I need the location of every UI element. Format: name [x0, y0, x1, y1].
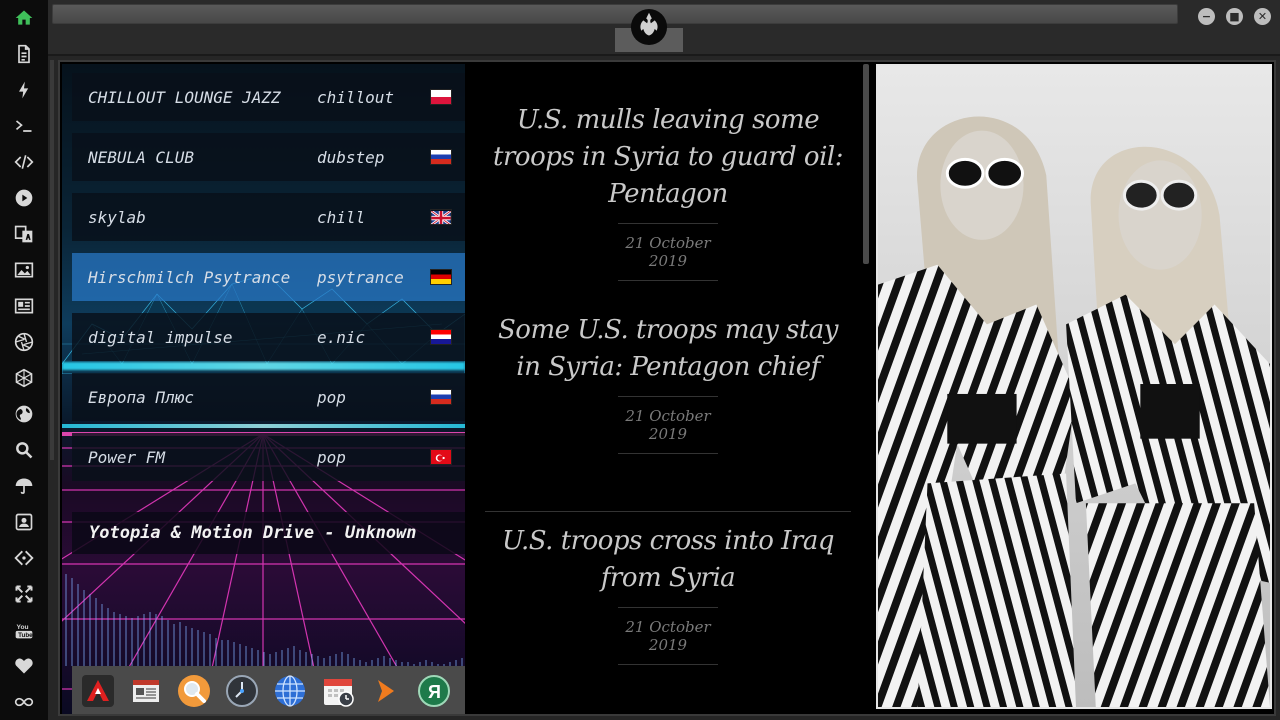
news-icon[interactable]	[12, 294, 36, 318]
svg-text:Я: Я	[428, 682, 441, 702]
poland-flag-icon	[430, 89, 452, 105]
uk-flag-icon	[430, 209, 452, 225]
rebel-alliance-icon	[630, 8, 668, 46]
horizon-glow	[62, 362, 465, 370]
striped-outfit-photo	[878, 66, 1270, 707]
maximize-button[interactable]: ■	[1226, 8, 1243, 25]
news-item[interactable]: Some U.S. troops may stay in Syria: Pent…	[485, 312, 851, 454]
tag-icon[interactable]	[12, 546, 36, 570]
clock-icon[interactable]	[224, 673, 260, 709]
umbrella-icon[interactable]	[12, 474, 36, 498]
artix-icon[interactable]	[80, 673, 116, 709]
croatia-flag-icon	[430, 329, 452, 345]
image-icon[interactable]	[12, 258, 36, 282]
station-genre: dubstep	[317, 147, 385, 167]
station-row[interactable]: Power FM pop	[72, 433, 465, 481]
station-name: CHILLOUT LOUNGE JAZZ	[88, 87, 281, 107]
sidebar-scrollbar[interactable]	[50, 60, 54, 460]
terminal-icon[interactable]	[12, 114, 36, 138]
now-playing-title: Yotopia & Motion Drive - Unknown	[72, 512, 465, 554]
main-panel: CHILLOUT LOUNGE JAZZ chillout NEBULA CLU…	[58, 60, 1276, 716]
left-sidebar: You Tube	[0, 0, 48, 720]
news-divider	[485, 511, 851, 512]
contact-icon[interactable]	[12, 510, 36, 534]
arrow-icon[interactable]	[368, 673, 404, 709]
station-row[interactable]: NEBULA CLUB dubstep	[72, 133, 465, 181]
horizon-line	[62, 424, 465, 428]
station-genre: psytrance	[317, 267, 404, 287]
turkey-flag-icon	[430, 449, 452, 465]
news-panel: U.S. mulls leaving some troops in Syria …	[465, 64, 861, 714]
search-icon[interactable]	[12, 438, 36, 462]
news-date: 21 October 2019	[618, 396, 718, 454]
fashion-photo	[876, 64, 1272, 709]
yandex-icon[interactable]: Я	[416, 673, 452, 709]
close-button[interactable]: ✕	[1254, 8, 1271, 25]
news-date: 21 October 2019	[618, 223, 718, 281]
rebel-alliance-logo-tab[interactable]	[615, 2, 683, 52]
station-genre: chillout	[317, 87, 395, 107]
station-genre: chill	[317, 207, 366, 227]
station-name: Европа Плюс	[88, 387, 194, 407]
svg-text:You: You	[17, 624, 29, 631]
heart-icon[interactable]	[12, 654, 36, 678]
aperture-icon[interactable]	[12, 330, 36, 354]
play-icon[interactable]	[12, 186, 36, 210]
document-icon[interactable]	[12, 42, 36, 66]
station-row-selected[interactable]: Hirschmilch Psytrance psytrance	[72, 253, 465, 301]
station-name: Hirschmilch Psytrance	[88, 267, 291, 287]
translate-icon[interactable]	[12, 222, 36, 246]
news-headline[interactable]: Some U.S. troops may stay in Syria: Pent…	[485, 312, 851, 386]
magnifier-icon[interactable]	[176, 673, 212, 709]
newspaper-icon[interactable]	[128, 673, 164, 709]
hexagon-icon[interactable]	[12, 366, 36, 390]
station-row[interactable]: Европа Плюс pop	[72, 373, 465, 421]
radio-panel: CHILLOUT LOUNGE JAZZ chillout NEBULA CLU…	[62, 64, 465, 714]
news-headline[interactable]: U.S. mulls leaving some troops in Syria …	[485, 102, 851, 213]
germany-flag-icon	[430, 269, 452, 285]
lightning-icon[interactable]	[12, 78, 36, 102]
station-row[interactable]: skylab chill	[72, 193, 465, 241]
station-name: Power FM	[88, 447, 166, 467]
station-genre: e.nic	[317, 327, 366, 347]
infinity-icon[interactable]	[12, 690, 36, 714]
calendar-icon[interactable]	[320, 673, 356, 709]
news-date: 21 October 2019	[618, 607, 718, 665]
news-headline[interactable]: U.S. troops cross into Iraq from Syria	[485, 523, 851, 597]
top-bar: − ■ ✕	[48, 0, 1280, 56]
station-genre: pop	[317, 447, 346, 467]
station-genre: pop	[317, 387, 346, 407]
news-item[interactable]: U.S. mulls leaving some troops in Syria …	[485, 102, 851, 281]
russia-flag-icon	[430, 389, 452, 405]
station-name: digital impulse	[88, 327, 233, 347]
youtube-icon[interactable]: You Tube	[12, 618, 36, 642]
app-dock: Я	[72, 666, 465, 714]
svg-text:Tube: Tube	[18, 632, 33, 639]
desktop-app: You Tube − ■ ✕ CHILLOUT LOUNGE JAZZ chil…	[0, 0, 1280, 720]
audio-visualizer	[65, 574, 463, 666]
station-name: NEBULA CLUB	[88, 147, 194, 167]
home-icon[interactable]	[12, 6, 36, 30]
globe-icon[interactable]	[12, 402, 36, 426]
station-row[interactable]: CHILLOUT LOUNGE JAZZ chillout	[72, 73, 465, 121]
minimize-button[interactable]: −	[1198, 8, 1215, 25]
code-icon[interactable]	[12, 150, 36, 174]
web-browser-icon[interactable]	[272, 673, 308, 709]
station-row[interactable]: digital impulse e.nic	[72, 313, 465, 361]
russia-flag-icon	[430, 149, 452, 165]
news-item[interactable]: U.S. troops cross into Iraq from Syria 2…	[485, 523, 851, 665]
fullscreen-icon[interactable]	[12, 582, 36, 606]
station-name: skylab	[88, 207, 146, 227]
news-scrollbar[interactable]	[863, 64, 869, 264]
